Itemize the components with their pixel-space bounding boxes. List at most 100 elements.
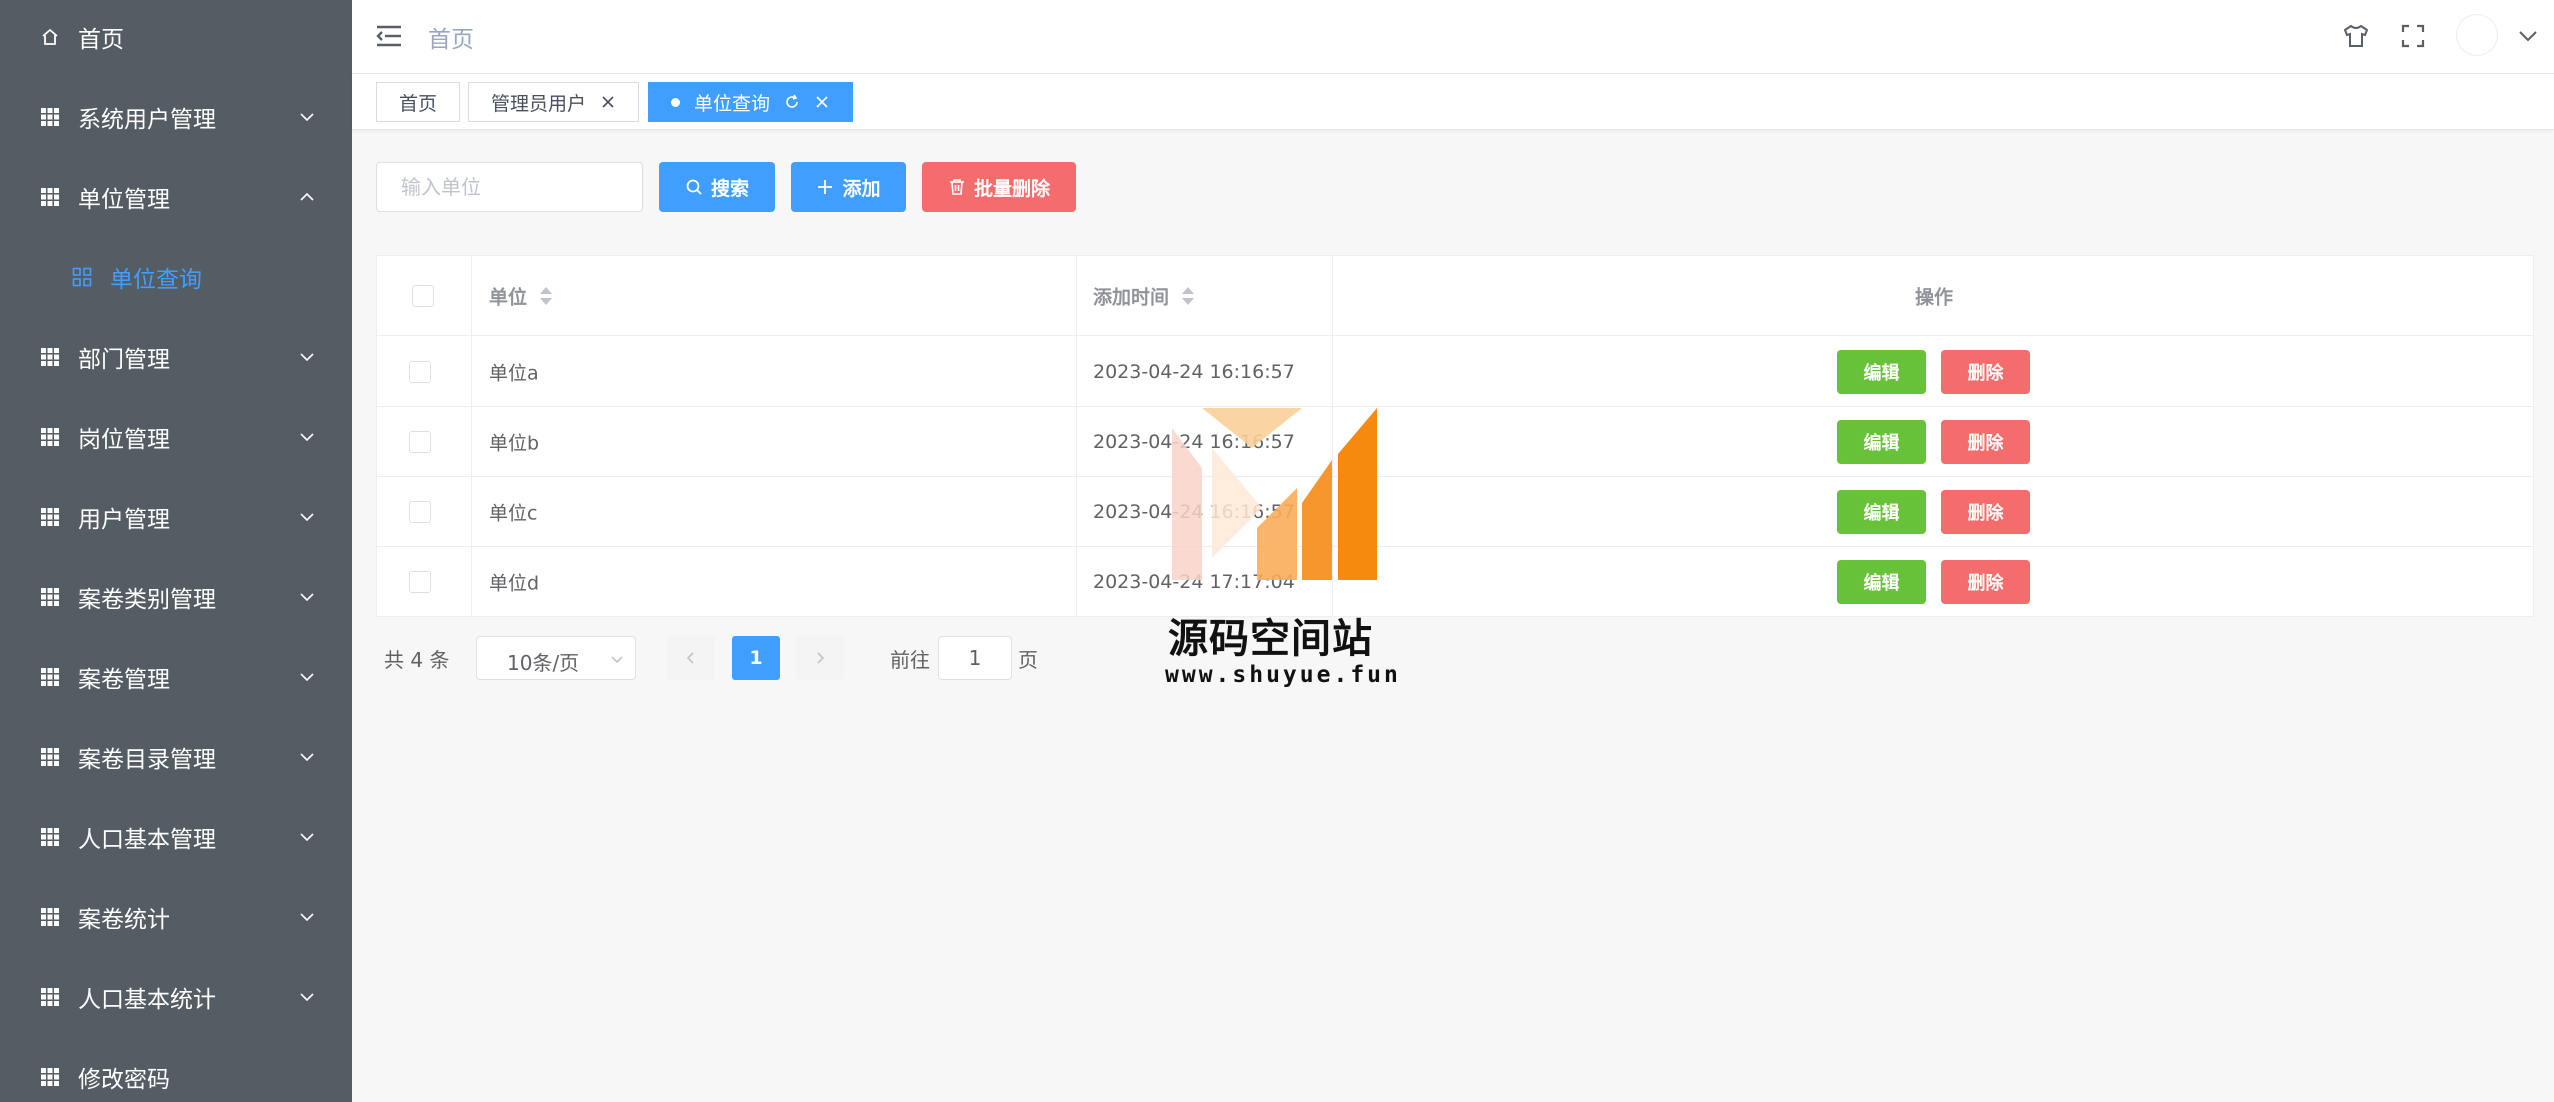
- sidebar-item-department[interactable]: 部门管理: [0, 317, 352, 397]
- grid-icon: [41, 508, 59, 526]
- sort-caret-icon[interactable]: [538, 285, 554, 307]
- cell-unit: 单位b: [489, 432, 540, 454]
- delete-button[interactable]: 删除: [1941, 559, 2030, 604]
- sidebar-item-label: 案卷目录管理: [78, 747, 216, 773]
- sidebar-item-file-management[interactable]: 案卷管理: [0, 637, 352, 717]
- add-button[interactable]: 添加: [791, 162, 906, 212]
- sidebar-item-label: 单位查询: [110, 267, 202, 293]
- chevron-down-icon: [300, 673, 314, 682]
- chevron-down-icon: [300, 993, 314, 1002]
- sidebar-item-unit-management[interactable]: 单位管理: [0, 157, 352, 237]
- delete-button[interactable]: 删除: [1941, 349, 2030, 394]
- sidebar-item-label: 单位管理: [78, 187, 170, 213]
- delete-button[interactable]: 删除: [1941, 489, 2030, 534]
- close-icon[interactable]: [600, 94, 616, 110]
- delete-button[interactable]: 删除: [1941, 419, 2030, 464]
- page-number[interactable]: 1: [732, 636, 780, 680]
- grid-icon: [41, 988, 59, 1006]
- sidebar-item-file-statistics[interactable]: 案卷统计: [0, 877, 352, 957]
- chevron-down-icon: [300, 593, 314, 602]
- table-row: 单位d 2023-04-24 17:17:04 编辑 删除: [377, 547, 2533, 617]
- watermark-url: www.shuyue.fun: [1165, 662, 1401, 688]
- row-checkbox[interactable]: [409, 500, 431, 523]
- edit-button[interactable]: 编辑: [1837, 419, 1926, 464]
- chevron-down-icon: [300, 353, 314, 362]
- goto-label: 前往: [890, 648, 930, 672]
- column-header-actions: 操作: [1915, 286, 1954, 308]
- search-icon: [686, 179, 702, 195]
- grid-icon: [41, 908, 59, 926]
- sidebar-item-label: 系统用户管理: [78, 107, 216, 133]
- goto-page-input[interactable]: [938, 636, 1012, 680]
- tag-home[interactable]: 首页: [376, 82, 461, 122]
- sidebar-item-user-management[interactable]: 用户管理: [0, 477, 352, 557]
- row-checkbox[interactable]: [409, 430, 431, 453]
- grid-icon: [41, 1068, 59, 1086]
- sidebar-item-label: 用户管理: [78, 507, 170, 533]
- sidebar-item-home[interactable]: 首页: [0, 0, 352, 77]
- sidebar-item-file-catalog[interactable]: 案卷目录管理: [0, 717, 352, 797]
- sidebar-item-population-basic[interactable]: 人口基本管理: [0, 797, 352, 877]
- search-button-label: 搜索: [710, 177, 749, 200]
- edit-button[interactable]: 编辑: [1837, 349, 1926, 394]
- sort-caret-icon[interactable]: [1180, 285, 1196, 307]
- tag-admin-users[interactable]: 管理员用户: [468, 82, 640, 122]
- chevron-up-icon: [300, 192, 314, 201]
- hamburger-icon[interactable]: [376, 24, 402, 48]
- watermark-logo: [1172, 408, 1377, 580]
- tag-unit-query[interactable]: 单位查询: [648, 82, 854, 122]
- sidebar-item-label: 修改密码: [78, 1067, 170, 1093]
- sidebar-item-change-password[interactable]: 修改密码: [0, 1037, 352, 1102]
- sidebar-item-position[interactable]: 岗位管理: [0, 397, 352, 477]
- cell-time: 2023-04-24 16:16:57: [1093, 360, 1295, 383]
- chevron-left-icon: [686, 652, 694, 664]
- avatar[interactable]: [2456, 14, 2498, 56]
- grid-icon: [41, 108, 59, 126]
- fullscreen-icon[interactable]: [2399, 22, 2427, 50]
- search-input[interactable]: [376, 162, 643, 212]
- row-checkbox[interactable]: [409, 360, 431, 383]
- chevron-down-icon: [300, 913, 314, 922]
- grid-icon: [41, 588, 59, 606]
- chevron-down-icon: [300, 113, 314, 122]
- edit-button[interactable]: 编辑: [1837, 489, 1926, 534]
- sidebar: 首页 系统用户管理 单位管理 单位查询 部门管理 岗位管理 用户管理 案卷类别管…: [0, 0, 352, 1102]
- pagination-total: 共 4 条: [384, 648, 450, 672]
- home-icon: [42, 28, 58, 45]
- top-navbar: 首页: [352, 0, 2554, 74]
- sidebar-item-label: 案卷管理: [78, 667, 170, 693]
- cell-unit: 单位d: [489, 572, 540, 594]
- batch-delete-button-label: 批量删除: [973, 177, 1050, 200]
- batch-delete-button[interactable]: 批量删除: [922, 162, 1076, 212]
- select-all-checkbox[interactable]: [412, 284, 434, 307]
- page-suffix: 页: [1018, 648, 1038, 672]
- close-icon[interactable]: [814, 94, 830, 110]
- sidebar-item-label: 部门管理: [78, 347, 170, 373]
- sidebar-item-unit-query[interactable]: 单位查询: [0, 237, 352, 317]
- edit-button[interactable]: 编辑: [1837, 559, 1926, 604]
- tag-label: 首页: [399, 92, 438, 115]
- page-size-value: 10条/页: [507, 651, 580, 675]
- grid-icon: [41, 428, 59, 446]
- sidebar-item-file-category[interactable]: 案卷类别管理: [0, 557, 352, 637]
- prev-page-button[interactable]: [667, 636, 715, 680]
- sidebar-item-population-statistics[interactable]: 人口基本统计: [0, 957, 352, 1037]
- page-size-select[interactable]: 10条/页: [476, 636, 636, 680]
- column-header-time[interactable]: 添加时间: [1093, 282, 1169, 309]
- sidebar-item-label: 人口基本统计: [78, 987, 216, 1013]
- sidebar-item-system-users[interactable]: 系统用户管理: [0, 77, 352, 157]
- squares-icon: [72, 267, 92, 287]
- unit-table: 单位 添加时间 操作 单位a 2023-04-24 16:16:57 编辑 删除…: [376, 255, 2534, 617]
- search-button[interactable]: 搜索: [659, 162, 775, 212]
- table-row: 单位b 2023-04-24 16:16:57 编辑 删除: [377, 407, 2533, 477]
- row-checkbox[interactable]: [409, 570, 431, 593]
- breadcrumb[interactable]: 首页: [428, 20, 474, 54]
- trash-icon: [949, 179, 964, 195]
- next-page-button[interactable]: [796, 636, 844, 680]
- tshirt-icon[interactable]: [2342, 22, 2370, 50]
- plus-icon: [818, 180, 833, 194]
- chevron-down-icon[interactable]: [2514, 22, 2542, 50]
- refresh-icon[interactable]: [784, 94, 800, 110]
- column-header-unit[interactable]: 单位: [489, 282, 527, 309]
- sidebar-item-label: 首页: [78, 27, 124, 53]
